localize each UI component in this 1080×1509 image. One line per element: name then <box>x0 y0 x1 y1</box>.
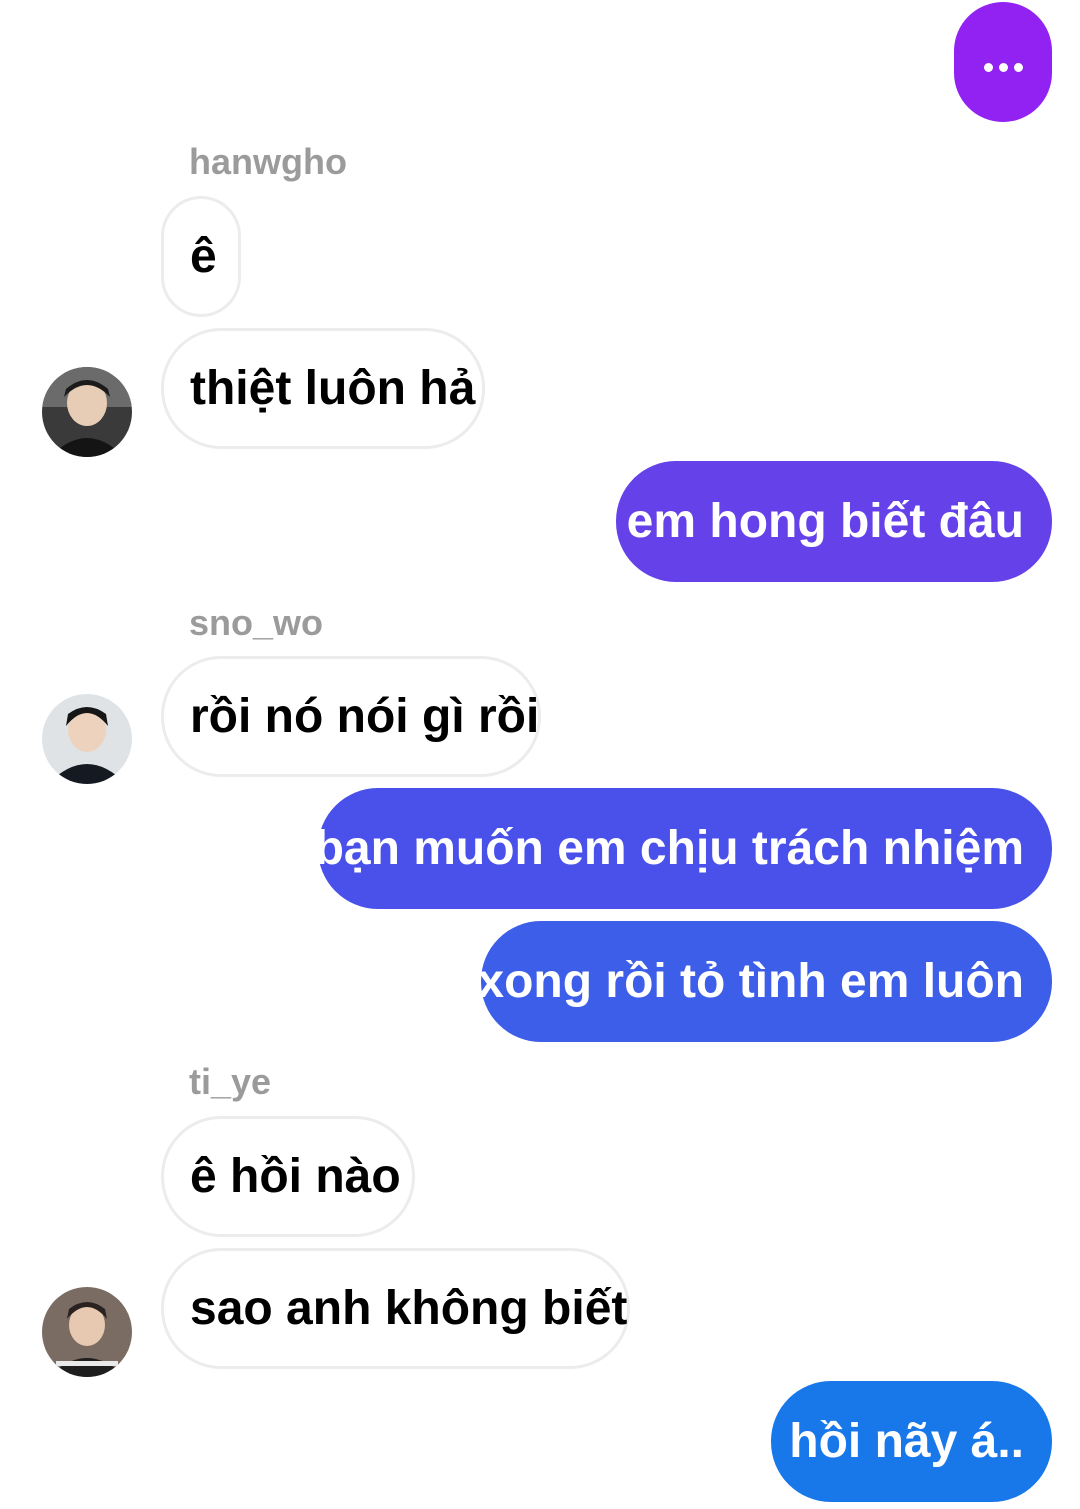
sender-name: hanwgho <box>189 141 347 182</box>
message-bubble-incoming[interactable]: thiệt luôn hả <box>161 328 485 449</box>
message-bubble-outgoing[interactable]: em hong biết đâu <box>616 461 1052 582</box>
message-bubble-outgoing[interactable]: hồi nãy á.. <box>771 1381 1052 1502</box>
message-bubble-outgoing[interactable]: bạn muốn em chịu trách nhiệm <box>314 788 1052 909</box>
message-bubble-incoming[interactable]: rồi nó nói gì rồi <box>161 656 541 777</box>
typing-dot <box>998 62 1008 72</box>
message-text: hồi nãy á.. <box>789 1415 1024 1468</box>
message-bubble-outgoing[interactable]: xong rồi tỏ tình em luôn <box>477 921 1052 1042</box>
sender-name: sno_wo <box>189 602 324 643</box>
sender-name: ti_ye <box>189 1061 272 1102</box>
message-text: em hong biết đâu <box>626 495 1024 548</box>
message-text: rồi nó nói gì rồi <box>190 690 540 743</box>
typing-dot <box>1013 62 1023 72</box>
message-text: bạn muốn em chịu trách nhiệm <box>314 822 1024 875</box>
message-text: ê hồi nào <box>190 1150 401 1203</box>
avatar[interactable] <box>42 367 132 457</box>
message-text: xong rồi tỏ tình em luôn <box>477 955 1024 1008</box>
chat-thread: hanwgho ê thiệt luôn hả em hong biết đâu… <box>0 0 1080 1509</box>
typing-indicator <box>954 2 1052 122</box>
message-bubble-incoming[interactable]: ê hồi nào <box>161 1116 415 1237</box>
message-bubble-incoming[interactable]: ê <box>161 196 241 317</box>
avatar[interactable] <box>42 694 132 784</box>
typing-dot <box>983 62 993 72</box>
message-text: thiệt luôn hả <box>190 362 476 415</box>
message-text: sao anh không biết <box>190 1282 628 1335</box>
avatar[interactable] <box>42 1287 132 1377</box>
message-text: ê <box>190 230 217 283</box>
message-bubble-incoming[interactable]: sao anh không biết <box>161 1248 630 1369</box>
